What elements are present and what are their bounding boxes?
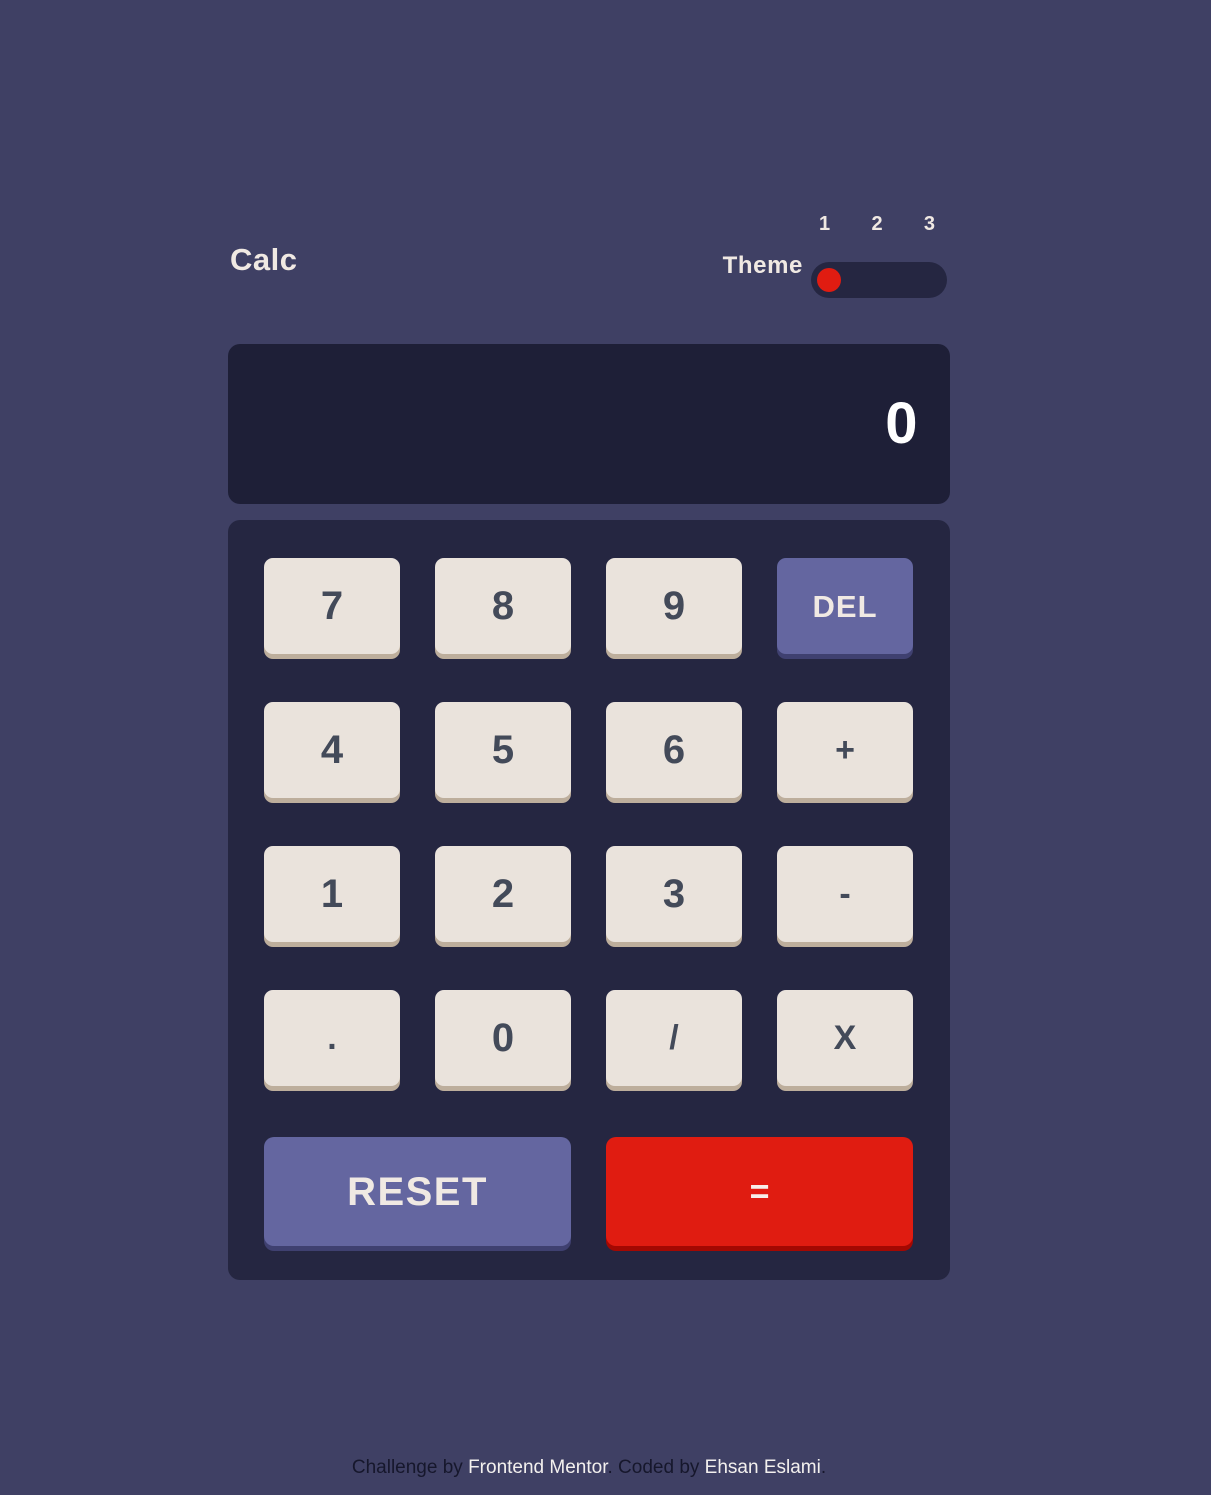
theme-option-1[interactable]: 1 <box>819 214 830 234</box>
footer-text-part3: . <box>820 1457 827 1478</box>
key-grid: 7 8 9 DEL 4 5 6 +1 2 3-. 0 / X RESET = <box>264 558 914 1246</box>
key-2[interactable]: 2 <box>435 846 571 942</box>
key-3[interactable]: 3 <box>606 846 742 942</box>
calculator-app: Calc Theme 1 2 3 0 7 8 9 DEL 4 5 6 +1 2 3-. 0/X RES… <box>228 0 950 1495</box>
key-5[interactable]: 5 <box>435 702 571 798</box>
theme-option-3[interactable]: 3 <box>924 214 935 234</box>
key-divide[interactable]: / <box>606 990 742 1086</box>
theme-number-row: 1 2 3 <box>807 214 947 234</box>
key-0[interactable]: 0 <box>435 990 571 1086</box>
page-title: Calc <box>230 242 298 277</box>
theme-toggle-knob[interactable] <box>817 268 841 292</box>
theme-toggle[interactable] <box>811 262 947 298</box>
key-delete[interactable]: DEL <box>777 558 913 654</box>
key-8[interactable]: 8 <box>435 558 571 654</box>
key-plus[interactable]: + <box>777 702 913 798</box>
key-6[interactable]: 6 <box>606 702 742 798</box>
reset-button[interactable]: RESET <box>264 1137 571 1246</box>
attribution-footer: Challenge by Frontend Mentor. Coded by E… <box>228 1458 950 1477</box>
key-1[interactable]: 1 <box>264 846 400 942</box>
key-4[interactable]: 4 <box>264 702 400 798</box>
footer-text-part2: . Coded by <box>607 1457 705 1478</box>
display-value: 0 <box>885 391 918 456</box>
app-header: Calc Theme 1 2 3 <box>228 206 950 306</box>
footer-text-part1: Challenge by <box>351 1457 469 1478</box>
key-minus[interactable]: - <box>777 846 913 942</box>
calculator-keypad: 7 8 9 DEL 4 5 6 +1 2 3-. 0 / X RESET = <box>228 520 950 1280</box>
calculator-display: 0 <box>228 344 950 504</box>
key-multiply[interactable]: X <box>777 990 913 1086</box>
key-7[interactable]: 7 <box>264 558 400 654</box>
key-9[interactable]: 9 <box>606 558 742 654</box>
theme-label: Theme <box>722 252 803 279</box>
author-link[interactable]: Ehsan Eslami <box>705 1457 821 1478</box>
equals-button[interactable]: = <box>606 1137 913 1246</box>
frontend-mentor-link[interactable]: Frontend Mentor <box>468 1457 607 1478</box>
theme-switcher: Theme 1 2 3 <box>650 206 950 306</box>
key-decimal[interactable]: . <box>264 990 400 1086</box>
theme-option-2[interactable]: 2 <box>871 214 882 234</box>
